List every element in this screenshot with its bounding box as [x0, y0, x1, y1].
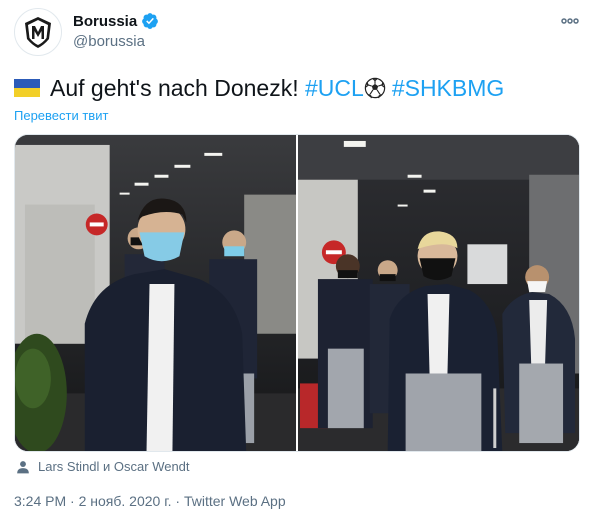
tagged-users-text: Lars Stindl и Oscar Wendt — [38, 459, 190, 474]
handle[interactable]: @borussia — [73, 33, 145, 50]
photo-1[interactable] — [15, 135, 296, 451]
borussia-crest-icon — [25, 17, 51, 48]
photo-2[interactable] — [298, 135, 579, 451]
photo-2-image — [298, 135, 579, 451]
tweet-card: Borussia @borussia Auf geht's nach Donez… — [0, 0, 593, 528]
translate-tweet-link[interactable]: Перевести твит — [14, 108, 108, 123]
avatar[interactable] — [14, 8, 62, 56]
tweet-date[interactable]: 2 нояб. 2020 г. — [79, 493, 172, 509]
person-icon — [17, 460, 29, 473]
author-name-row[interactable]: Borussia — [73, 12, 159, 30]
tweet-time[interactable]: 3:24 PM — [14, 493, 66, 509]
media-grid — [14, 134, 580, 452]
verified-badge-icon — [142, 13, 159, 29]
ukraine-flag-icon — [14, 79, 40, 97]
meta-separator-1: · — [66, 493, 79, 509]
hashtag-ucl[interactable]: #UCL — [305, 74, 364, 102]
photo-1-image — [15, 135, 296, 451]
soccer-ball-icon — [364, 77, 386, 99]
tweet-source[interactable]: Twitter Web App — [184, 493, 286, 509]
hashtag-shkbmg[interactable]: #SHKBMG — [392, 74, 504, 102]
meta-separator-2: · — [171, 493, 184, 509]
tweet-text-main: Auf geht's nach Donezk! — [50, 75, 305, 101]
more-options-icon — [561, 18, 579, 24]
more-options-button[interactable] — [559, 10, 581, 32]
display-name[interactable]: Borussia — [73, 13, 137, 30]
tweet-meta: 3:24 PM · 2 нояб. 2020 г. · Twitter Web … — [14, 493, 286, 509]
tagged-users[interactable]: Lars Stindl и Oscar Wendt — [16, 459, 190, 474]
tweet-text: Auf geht's nach Donezk! #UCL #SHKBMG — [14, 74, 504, 102]
